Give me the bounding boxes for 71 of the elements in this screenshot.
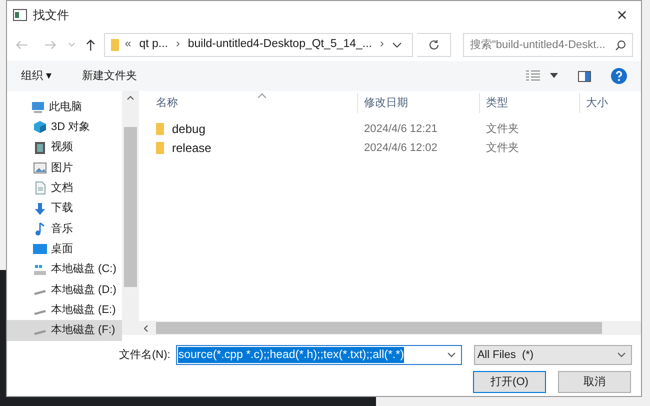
dropdown-icon	[617, 352, 626, 358]
folder-icon	[110, 39, 119, 51]
column-header[interactable]: 修改日期	[358, 93, 480, 113]
modified-date: 2024/4/6 12:21	[364, 123, 438, 136]
sidebar-item[interactable]: 此电脑	[7, 97, 122, 118]
sidebar-item[interactable]: 下载	[7, 198, 122, 219]
file-name[interactable]: release	[172, 138, 212, 156]
search-field[interactable]: 搜索"build-untitled4-Deskt...	[463, 33, 634, 57]
organize-menu[interactable]: 组织 ▾	[21, 68, 52, 84]
drive-icon	[33, 262, 47, 277]
dropdown-icon[interactable]	[392, 41, 402, 49]
breadcrumb-item[interactable]: qt p...	[139, 36, 168, 54]
folder-icon	[156, 142, 164, 154]
drive-icon	[33, 290, 47, 296]
search-icon	[615, 40, 626, 50]
music-note-icon	[33, 222, 47, 236]
column-header[interactable]: 大小	[580, 93, 640, 113]
new-folder-button[interactable]: 新建文件夹	[82, 68, 138, 84]
filename-value: source(*.cpp *.c);;head(*.h);;tex(*.txt);;all(*.*)	[178, 347, 404, 363]
modified-date: 2024/4/6 12:02	[364, 142, 438, 154]
file-type-dropdown[interactable]: All Files (*)	[474, 345, 632, 365]
address-bar[interactable]: « qt p... › build-untitled4-Desktop_Qt_5_14_... ›	[104, 33, 414, 57]
breadcrumb-separator[interactable]: «	[124, 36, 132, 54]
breadcrumb-item[interactable]: build-untitled4-Desktop_Qt_5_14_...	[188, 36, 372, 54]
sidebar-item[interactable]: 桌面	[7, 239, 122, 260]
sidebar-item[interactable]: 本地磁盘 (C:)	[7, 259, 122, 280]
dropdown-icon[interactable]	[447, 352, 456, 358]
filename-label: 文件名(N):	[119, 348, 170, 363]
document-icon	[33, 181, 47, 196]
help-icon[interactable]	[611, 68, 627, 84]
scrollbar-thumb[interactable]	[124, 127, 137, 287]
refresh-button[interactable]	[417, 33, 452, 57]
computer-icon	[31, 100, 45, 114]
view-options-icon[interactable]	[526, 70, 540, 82]
sidebar-item[interactable]: 文档	[7, 178, 122, 198]
refresh-icon	[428, 39, 440, 51]
filename-field[interactable]: source(*.cpp *.c);;head(*.h);;tex(*.txt);;all(*.*)	[176, 345, 462, 365]
column-header[interactable]: 名称	[139, 93, 358, 113]
sidebar-item[interactable]: 本地磁盘 (E:)	[7, 300, 122, 320]
sidebar-item[interactable]: 图片	[7, 158, 122, 178]
sidebar-item[interactable]: 视频	[7, 138, 122, 158]
scroll-left-icon[interactable]	[144, 324, 148, 332]
scrollbar-thumb[interactable]	[156, 322, 602, 334]
drive-icon	[33, 330, 47, 336]
window-title: 找文件	[33, 7, 69, 24]
sidebar-item[interactable]: 3D 对象	[7, 117, 122, 138]
file-name[interactable]: debug	[172, 120, 206, 138]
window-icon	[13, 9, 27, 21]
close-button[interactable]: ×	[609, 4, 635, 26]
sidebar-item[interactable]: 音乐	[7, 218, 122, 240]
scroll-up-icon[interactable]	[127, 96, 134, 100]
image-icon	[33, 161, 47, 176]
preview-pane-icon[interactable]	[578, 70, 591, 82]
cube-icon	[33, 120, 47, 134]
breadcrumb-separator[interactable]: ›	[176, 36, 180, 54]
download-icon	[33, 202, 47, 216]
file-type: 文件夹	[486, 142, 519, 154]
sidebar-item[interactable]: 本地磁盘 (F:)	[7, 320, 122, 341]
cancel-button[interactable]: 取消	[558, 371, 631, 393]
file-type: 文件夹	[486, 123, 519, 136]
breadcrumb-separator[interactable]: ›	[380, 36, 384, 54]
drive-icon	[33, 310, 47, 316]
sidebar-item[interactable]: 本地磁盘 (D:)	[7, 280, 122, 300]
sort-caret-icon	[258, 93, 266, 98]
film-icon	[33, 140, 47, 155]
dropdown-icon[interactable]	[550, 73, 558, 79]
folder-icon	[156, 122, 164, 134]
column-header[interactable]: 类型	[480, 93, 580, 113]
desktop-icon	[33, 242, 47, 256]
up-icon[interactable]	[84, 38, 96, 52]
open-button[interactable]: 打开(O)	[473, 371, 546, 393]
